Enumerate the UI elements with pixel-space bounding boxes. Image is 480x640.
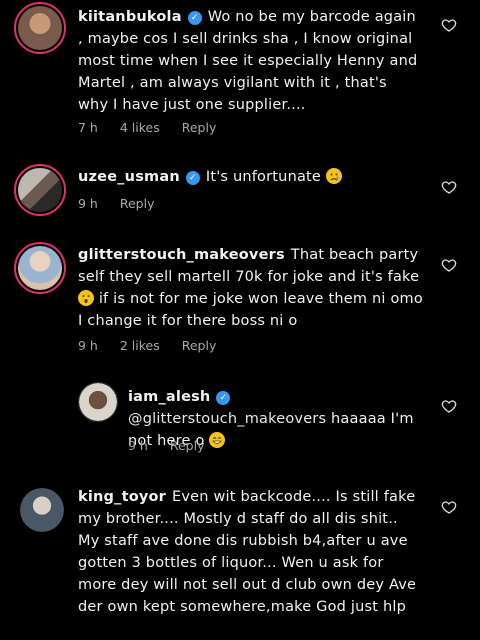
- username[interactable]: glitterstouch_makeovers: [78, 247, 285, 263]
- avatar[interactable]: [20, 488, 64, 532]
- comment-text-continued: if is not for me joke won leave them ni …: [78, 291, 423, 329]
- username[interactable]: iam_alesh: [128, 389, 210, 405]
- username[interactable]: uzee_usman: [78, 169, 180, 185]
- avatar[interactable]: [78, 382, 118, 422]
- verified-badge-icon: ✓: [216, 391, 231, 405]
- verified-badge-icon: ✓: [185, 171, 200, 185]
- username[interactable]: king_toyor: [78, 489, 166, 505]
- timestamp: 9 h: [128, 438, 148, 453]
- heart-icon[interactable]: [441, 179, 457, 195]
- heart-icon[interactable]: [441, 499, 457, 515]
- timestamp: 7 h: [78, 120, 98, 135]
- surprised-face-icon: [78, 290, 94, 306]
- comment-text: Even wit backcode.... Is still fake my b…: [78, 489, 417, 615]
- username[interactable]: kiitanbukola: [78, 9, 182, 25]
- avatar[interactable]: [14, 164, 66, 216]
- comment-text: It's unfortunate: [205, 169, 322, 185]
- sad-face-icon: [325, 168, 342, 184]
- verified-badge-icon: ✓: [187, 11, 202, 25]
- grin-face-icon: [209, 432, 226, 448]
- timestamp: 9 h: [78, 196, 98, 211]
- reply-button[interactable]: Reply: [120, 196, 155, 211]
- avatar[interactable]: [14, 2, 66, 54]
- mention-link[interactable]: @glitterstouch_makeovers: [128, 411, 326, 427]
- heart-icon[interactable]: [441, 257, 457, 273]
- heart-icon[interactable]: [441, 398, 457, 414]
- timestamp: 9 h: [78, 338, 98, 353]
- reply-button[interactable]: Reply: [182, 120, 217, 135]
- heart-icon[interactable]: [441, 17, 457, 33]
- reply-button[interactable]: Reply: [170, 438, 205, 453]
- avatar[interactable]: [14, 242, 66, 294]
- likes-count[interactable]: 2 likes: [120, 338, 160, 353]
- likes-count[interactable]: 4 likes: [120, 120, 160, 135]
- reply-button[interactable]: Reply: [182, 338, 217, 353]
